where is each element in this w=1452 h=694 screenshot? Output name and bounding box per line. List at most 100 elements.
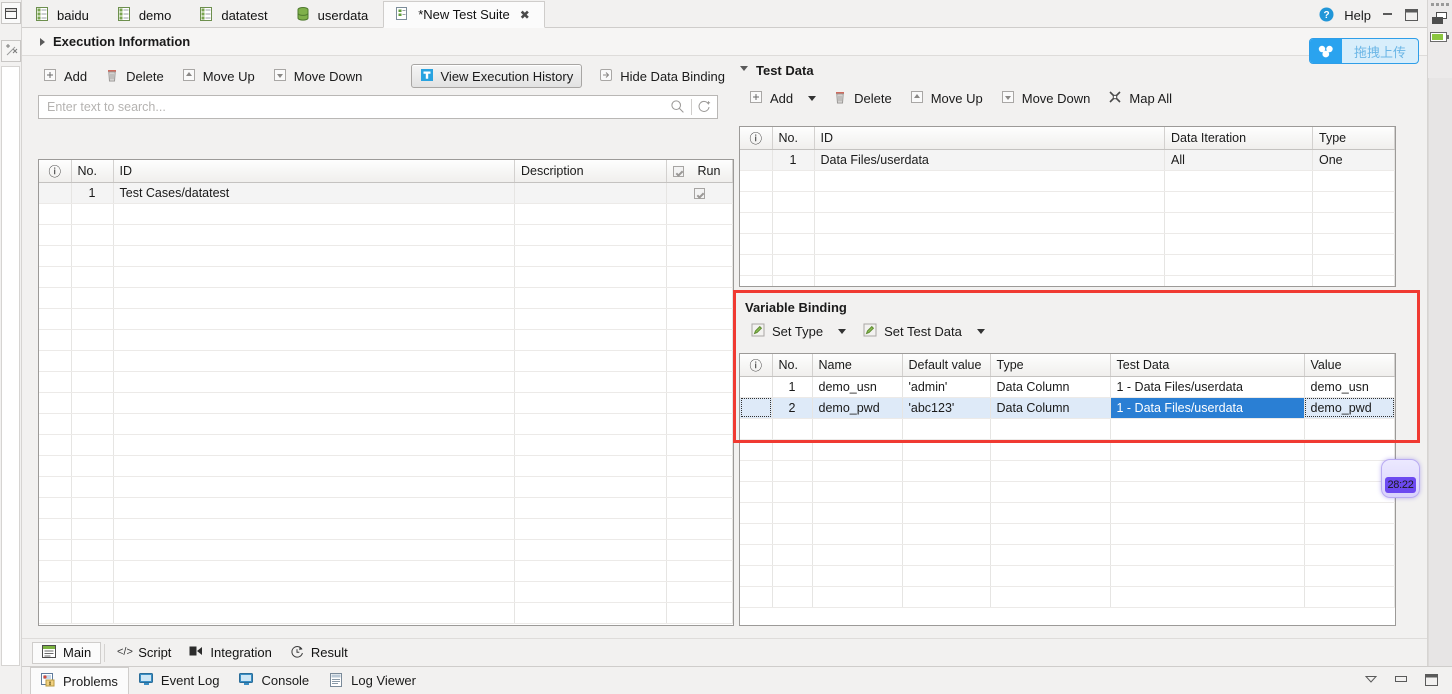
run-checkbox[interactable] [694, 187, 705, 199]
col-test-data[interactable]: Test Data [1110, 354, 1305, 377]
table-cell-empty[interactable] [514, 224, 667, 246]
table-cell-empty[interactable] [990, 460, 1111, 482]
table-cell-empty[interactable] [902, 544, 991, 566]
table-cell-empty[interactable] [71, 371, 114, 393]
table-cell-empty[interactable] [1312, 275, 1395, 286]
table-cell-empty[interactable] [814, 254, 1165, 276]
tab-integration[interactable]: Integration [180, 642, 280, 664]
table-cell-empty[interactable] [71, 350, 114, 372]
table-cell-empty[interactable] [71, 413, 114, 435]
table-cell-empty[interactable] [514, 266, 667, 288]
maximize-icon[interactable] [1424, 673, 1440, 689]
col-default-value[interactable]: Default value [902, 354, 991, 377]
table-cell-empty[interactable] [113, 539, 515, 561]
table-cell-empty[interactable] [772, 170, 815, 192]
table-cell-empty[interactable] [740, 460, 773, 482]
table-cell-empty[interactable] [39, 350, 72, 372]
table-cell-empty[interactable] [772, 418, 813, 440]
tab-script[interactable]: </> Script [108, 642, 180, 664]
cell-error[interactable] [740, 376, 773, 398]
magnifier-icon[interactable] [670, 99, 686, 115]
cell-type[interactable]: One [1312, 149, 1395, 171]
col-no[interactable]: No. [772, 127, 815, 150]
add-test-data-button[interactable]: Add [744, 86, 802, 110]
table-cell-empty[interactable] [514, 371, 667, 393]
table-cell-empty[interactable] [113, 413, 515, 435]
table-cell-empty[interactable] [39, 581, 72, 603]
table-cell-empty[interactable] [1164, 254, 1313, 276]
table-cell-empty[interactable] [1164, 191, 1313, 213]
delete-test-data-button[interactable]: Delete [828, 86, 901, 110]
col-id[interactable]: ID [814, 127, 1165, 150]
table-cell-empty[interactable] [1312, 254, 1395, 276]
table-cell-empty[interactable] [812, 418, 903, 440]
table-cell-empty[interactable] [772, 586, 813, 608]
table-cell-empty[interactable] [71, 392, 114, 414]
table-cell-empty[interactable] [1304, 523, 1395, 545]
table-cell-empty[interactable] [902, 481, 991, 503]
cell-test-data[interactable]: 1 - Data Files/userdata [1110, 397, 1305, 419]
table-row[interactable]: 1 demo_usn'admin' Data Column 1 - Data File… [740, 376, 1395, 398]
tab-close-icon[interactable]: ✖ [520, 8, 530, 22]
table-row[interactable]: 2 demo_pwd'abc123' Data Column 1 - Data Fil… [740, 397, 1395, 419]
table-cell-empty[interactable] [39, 308, 72, 330]
table-cell-empty[interactable] [514, 518, 667, 540]
col-no[interactable]: No. [71, 160, 114, 183]
table-cell-empty[interactable] [1304, 439, 1395, 461]
table-cell-empty[interactable] [814, 191, 1165, 213]
triangle-down-icon[interactable] [740, 65, 748, 75]
table-cell-empty[interactable] [39, 371, 72, 393]
hide-data-binding-button[interactable]: Hide Data Binding [594, 64, 734, 88]
table-cell-empty[interactable] [113, 266, 515, 288]
table-cell-empty[interactable] [39, 266, 72, 288]
table-cell-empty[interactable] [71, 539, 114, 561]
map-all-button[interactable]: Map All [1103, 86, 1181, 110]
table-cell-empty[interactable] [1164, 233, 1313, 255]
table-cell-empty[interactable] [514, 308, 667, 330]
set-type-caret-icon[interactable] [838, 328, 847, 334]
table-cell-empty[interactable] [812, 565, 903, 587]
table-cell-empty[interactable] [666, 224, 733, 246]
table-cell-empty[interactable] [1304, 502, 1395, 524]
cell-id[interactable]: Test Cases/datatest [113, 182, 515, 204]
table-row[interactable]: 1 Test Cases/datatest [39, 182, 733, 204]
table-cell-empty[interactable] [812, 523, 903, 545]
move-up-test-data-button[interactable]: Move Up [905, 86, 992, 110]
table-cell-empty[interactable] [902, 565, 991, 587]
table-cell-empty[interactable] [113, 203, 515, 225]
table-cell-empty[interactable] [666, 203, 733, 225]
set-test-data-button[interactable]: Set Test Data [858, 319, 971, 343]
table-cell-empty[interactable] [1304, 586, 1395, 608]
add-test-case-button[interactable]: Add [38, 64, 96, 88]
table-cell-empty[interactable] [666, 602, 733, 624]
table-cell-empty[interactable] [71, 497, 114, 519]
table-cell-empty[interactable] [902, 502, 991, 524]
cell-default-value[interactable]: 'abc123' [902, 397, 991, 419]
maximize-icon[interactable] [1404, 9, 1419, 22]
table-cell-empty[interactable] [740, 191, 773, 213]
col-description[interactable]: Description [514, 160, 667, 183]
table-cell-empty[interactable] [39, 455, 72, 477]
table-cell-empty[interactable] [514, 434, 667, 456]
table-cell-empty[interactable] [39, 392, 72, 414]
table-cell-empty[interactable] [71, 518, 114, 540]
table-cell-empty[interactable] [740, 502, 773, 524]
table-cell-empty[interactable] [514, 476, 667, 498]
table-cell-empty[interactable] [39, 245, 72, 267]
table-cell-empty[interactable] [39, 287, 72, 309]
table-cell-empty[interactable] [772, 544, 813, 566]
table-cell-empty[interactable] [740, 481, 773, 503]
table-cell-empty[interactable] [113, 308, 515, 330]
table-cell-empty[interactable] [740, 523, 773, 545]
table-cell-empty[interactable] [902, 523, 991, 545]
table-cell-empty[interactable] [71, 602, 114, 624]
table-cell-empty[interactable] [1312, 170, 1395, 192]
add-test-data-caret-icon[interactable] [808, 95, 817, 101]
tab-userdata[interactable]: userdata [283, 1, 384, 28]
test-data-header[interactable]: Test Data [734, 57, 1427, 83]
table-cell-empty[interactable] [666, 371, 733, 393]
table-cell-empty[interactable] [666, 413, 733, 435]
table-cell-empty[interactable] [71, 224, 114, 246]
error-circle-icon-header[interactable]: ⓘ [39, 160, 72, 183]
tab-datatest[interactable]: datatest [186, 1, 282, 28]
